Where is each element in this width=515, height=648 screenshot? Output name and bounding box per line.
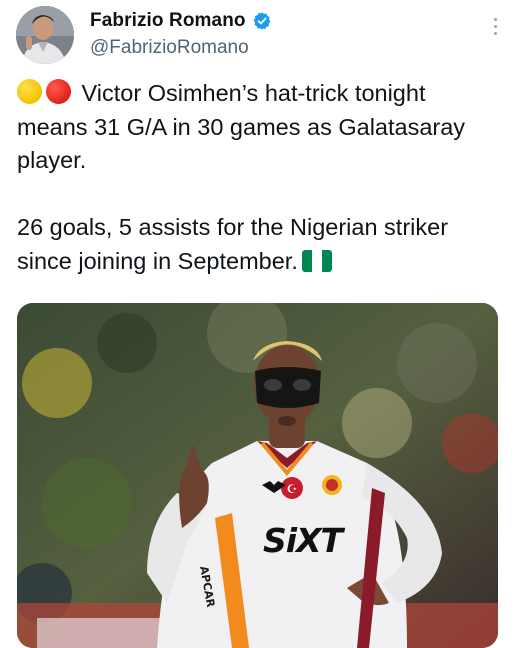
nigeria-flag-icon: [301, 249, 332, 272]
tweet-header: Fabrizio Romano @FabrizioRomano: [16, 6, 500, 66]
verified-badge-icon: [252, 11, 272, 31]
tweet-paragraph-1: Victor Osimhen’s hat-trick tonight means…: [17, 77, 497, 178]
display-name-row: Fabrizio Romano: [90, 8, 272, 34]
display-name[interactable]: Fabrizio Romano: [90, 10, 246, 32]
avatar[interactable]: [16, 6, 74, 64]
tweet-paragraph-1-text: Victor Osimhen’s hat-trick tonight means…: [17, 80, 466, 173]
author-names: Fabrizio Romano @FabrizioRomano: [90, 8, 272, 59]
kit-sponsor-text: SiXT: [263, 521, 343, 560]
tweet-text: Victor Osimhen’s hat-trick tonight means…: [17, 77, 497, 278]
yellow-circle-icon: [17, 79, 42, 104]
more-options-icon[interactable]: [490, 18, 500, 44]
tweet-paragraph-2-text: 26 goals, 5 assists for the Nigerian str…: [17, 214, 449, 274]
red-circle-icon: [46, 79, 71, 104]
tweet-paragraph-2: 26 goals, 5 assists for the Nigerian str…: [17, 211, 497, 278]
svg-text:☪: ☪: [287, 482, 298, 496]
tweet-photo[interactable]: ☪ SiXT APCAR: [17, 303, 498, 648]
handle[interactable]: @FabrizioRomano: [90, 37, 272, 59]
